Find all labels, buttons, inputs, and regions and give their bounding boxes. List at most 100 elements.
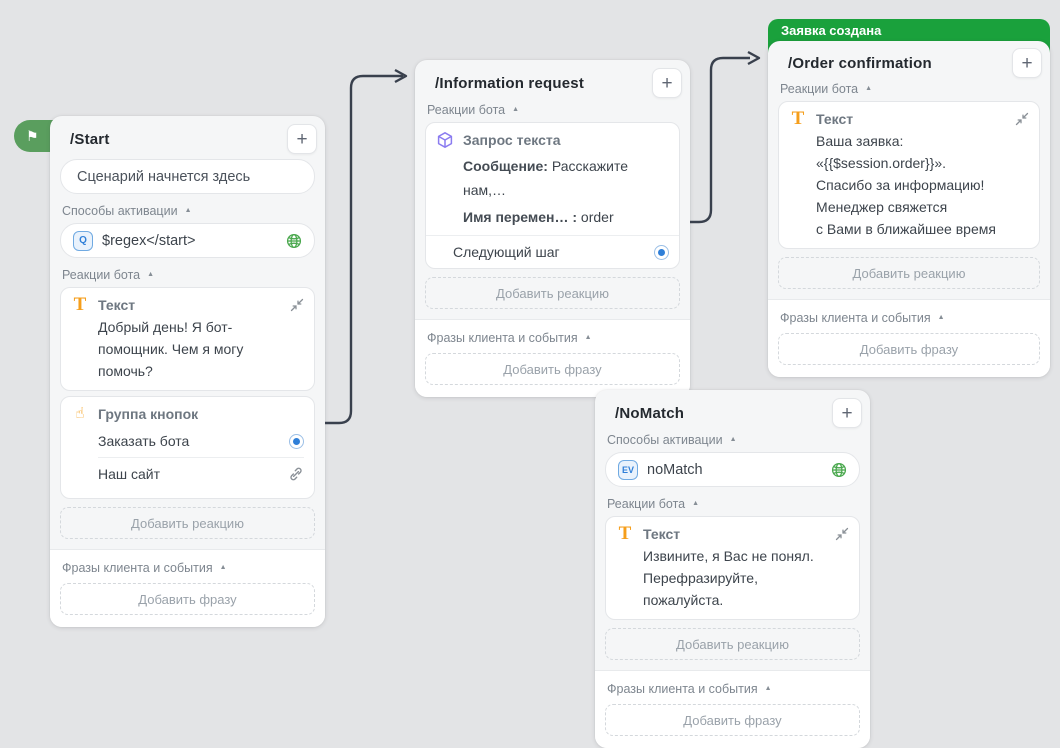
collapse-caret-icon[interactable]: ▲	[865, 85, 872, 92]
collapse-reaction-icon[interactable]	[1015, 112, 1029, 126]
bot-button-row[interactable]: Наш сайт	[98, 458, 304, 490]
connection-port-radio[interactable]	[654, 245, 669, 260]
trigger-value: $regex</start>	[102, 233, 286, 249]
activation-section-label: Способы активации	[607, 433, 723, 447]
activation-section-header: Способы активации ▲	[607, 432, 860, 447]
next-step-row[interactable]: Следующий шаг	[453, 236, 669, 268]
reactions-section-header: Реакции бота ▲	[780, 81, 1040, 96]
reaction-type-label: Текст	[816, 111, 1015, 127]
node-information-request[interactable]: /Information request + Реакции бота ▲ За…	[415, 60, 690, 397]
phrases-section-header: Фразы клиента и события ▲	[427, 330, 680, 345]
reaction-text-line: Спасибо за информацию!	[816, 174, 1029, 196]
bot-button-row[interactable]: Заказать бота	[98, 425, 304, 457]
reaction-type-label: Запрос текста	[463, 132, 669, 148]
reaction-text-line: Менеджер свяжется	[816, 196, 1029, 218]
add-phrase-button[interactable]: Добавить фразу	[605, 704, 860, 736]
add-reaction-button[interactable]: Добавить реакцию	[60, 507, 315, 539]
reactions-section-header: Реакции бота ▲	[427, 102, 680, 117]
bot-button-label: Наш сайт	[98, 466, 288, 482]
reactions-section-header: Реакции бота ▲	[607, 496, 860, 511]
collapse-caret-icon[interactable]: ▲	[585, 334, 592, 341]
reactions-section-label: Реакции бота	[607, 497, 685, 511]
collapse-caret-icon[interactable]: ▲	[730, 436, 737, 443]
globe-icon[interactable]	[286, 233, 302, 249]
activation-section-header: Способы активации ▲	[62, 203, 315, 218]
phrases-section-header: Фразы клиента и события ▲	[780, 310, 1040, 325]
phrases-section-header: Фразы клиента и события ▲	[62, 560, 315, 575]
collapse-caret-icon[interactable]: ▲	[938, 314, 945, 321]
phrases-section-label: Фразы клиента и события	[607, 682, 758, 696]
trigger-value: noMatch	[647, 462, 831, 478]
phrases-section: Фразы клиента и события ▲ Добавить фразу	[415, 319, 690, 397]
trigger-regex-row[interactable]: Q $regex</start>	[60, 223, 315, 258]
collapse-reaction-icon[interactable]	[290, 298, 304, 312]
connection-port-radio[interactable]	[289, 434, 304, 449]
collapse-caret-icon[interactable]: ▲	[147, 271, 154, 278]
flow-canvas[interactable]: ⚑ Заявка создана /Start + Сценарий начне…	[0, 0, 1060, 746]
collapse-caret-icon[interactable]: ▲	[185, 207, 192, 214]
reaction-text-line: с Вами в ближайшее время	[816, 218, 1029, 240]
reaction-type-label: Текст	[643, 526, 835, 542]
phrases-section-label: Фразы клиента и события	[62, 561, 213, 575]
add-block-button[interactable]: +	[652, 68, 682, 98]
phrases-section: Фразы клиента и события ▲ Добавить фразу	[768, 299, 1050, 377]
text-reaction-icon: T	[71, 295, 89, 315]
add-phrase-button[interactable]: Добавить фразу	[425, 353, 680, 385]
variable-field: Имя перемен… : order	[463, 205, 669, 229]
reaction-text-line: «{{$session.order}}».	[816, 152, 1029, 174]
collapse-caret-icon[interactable]: ▲	[765, 685, 772, 692]
scenario-start-hint: Сценарий начнется здесь	[60, 159, 315, 194]
reaction-text-line: помочь?	[98, 360, 304, 382]
add-phrase-button[interactable]: Добавить фразу	[778, 333, 1040, 365]
reaction-text-line: пожалуйста.	[643, 589, 849, 611]
reaction-text-line: Добрый день! Я бот-	[98, 316, 304, 338]
reactions-section-header: Реакции бота ▲	[62, 267, 315, 282]
collapse-caret-icon[interactable]: ▲	[220, 564, 227, 571]
phrases-section-header: Фразы клиента и события ▲	[607, 681, 860, 696]
add-block-button[interactable]: +	[1012, 48, 1042, 78]
add-reaction-button[interactable]: Добавить реакцию	[425, 277, 680, 309]
add-block-button[interactable]: +	[832, 398, 862, 428]
connector-start-to-information	[325, 76, 403, 423]
reaction-text-line: Извините, я Вас не понял.	[643, 545, 849, 567]
add-reaction-button[interactable]: Добавить реакцию	[778, 257, 1040, 289]
reactions-section-label: Реакции бота	[62, 268, 140, 282]
node-title: /Information request	[435, 75, 584, 92]
reaction-text-line: Ваша заявка:	[816, 130, 1029, 152]
reaction-text-card[interactable]: T Текст Добрый день! Я бот- помощник. Че…	[60, 287, 315, 391]
reaction-buttons-group-card[interactable]: ☝ Группа кнопок Заказать бота Наш сайт	[60, 396, 315, 499]
collapse-caret-icon[interactable]: ▲	[692, 500, 699, 507]
phrases-section: Фразы клиента и события ▲ Добавить фразу	[595, 670, 870, 748]
field-label: Имя перемен… :	[463, 209, 577, 225]
node-nomatch[interactable]: /NoMatch + Способы активации ▲ EV noMatc…	[595, 390, 870, 748]
reaction-type-label: Группа кнопок	[98, 406, 304, 422]
collapse-reaction-icon[interactable]	[835, 527, 849, 541]
connector-arrowhead-1	[395, 70, 406, 82]
connector-information-to-order	[690, 58, 750, 222]
field-value: order	[581, 209, 614, 225]
collapse-caret-icon[interactable]: ▲	[512, 106, 519, 113]
node-header: /Order confirmation +	[768, 41, 1050, 78]
node-start[interactable]: /Start + Сценарий начнется здесь Способы…	[50, 116, 325, 627]
reaction-text-card[interactable]: T Текст Ваша заявка: «{{$session.order}}…	[778, 101, 1040, 249]
globe-icon[interactable]	[831, 462, 847, 478]
trigger-event-row[interactable]: EV noMatch	[605, 452, 860, 487]
phrases-section-label: Фразы клиента и события	[780, 311, 931, 325]
bot-button-label: Заказать бота	[98, 433, 289, 449]
add-reaction-button[interactable]: Добавить реакцию	[605, 628, 860, 660]
regex-badge-icon: Q	[73, 231, 93, 251]
field-label: Сообщение:	[463, 158, 548, 174]
text-reaction-icon: T	[789, 109, 807, 129]
node-title: /Start	[70, 131, 110, 148]
node-order-confirmation[interactable]: /Order confirmation + Реакции бота ▲ T Т…	[768, 41, 1050, 377]
node-header: /Information request +	[415, 60, 690, 98]
button-group-icon: ☝	[71, 404, 89, 424]
add-block-button[interactable]: +	[287, 124, 317, 154]
flag-icon: ⚑	[26, 129, 39, 143]
reaction-text-card[interactable]: T Текст Извините, я Вас не понял. Перефр…	[605, 516, 860, 620]
next-step-label: Следующий шаг	[453, 244, 654, 260]
reaction-text-request-card[interactable]: Запрос текста Сообщение: Расскажите нам,…	[425, 122, 680, 269]
add-phrase-button[interactable]: Добавить фразу	[60, 583, 315, 615]
phrases-section-label: Фразы клиента и события	[427, 331, 578, 345]
connector-arrowhead-2	[748, 52, 759, 64]
